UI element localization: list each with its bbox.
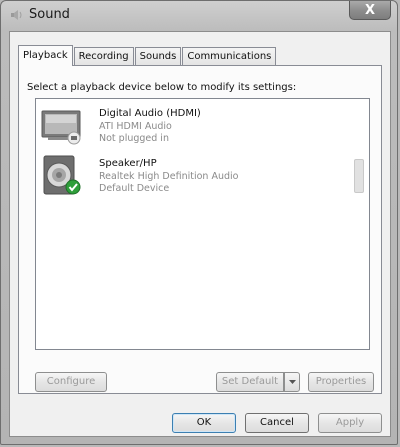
configure-button[interactable]: Configure [35, 372, 107, 392]
device-status: Default Device [99, 183, 170, 194]
device-name: Digital Audio (HDMI) [99, 108, 201, 119]
default-check-badge-icon [65, 179, 81, 195]
dialog-body: Playback Recording Sounds Communications… [9, 31, 391, 437]
close-icon: X [364, 2, 376, 18]
device-driver: Realtek High Definition Audio [99, 171, 239, 182]
close-button[interactable]: X [349, 1, 391, 20]
sound-dialog: Sound X Playback Recording Sounds Commun… [0, 0, 398, 445]
device-name: Speaker/HP [99, 158, 157, 169]
tab-playback[interactable]: Playback [18, 45, 73, 66]
ok-button[interactable]: OK [172, 413, 236, 433]
speaker-title-icon [11, 10, 22, 20]
set-default-button[interactable]: Set Default [216, 372, 284, 392]
monitor-speaker-icon [40, 105, 84, 147]
chevron-down-icon [289, 380, 296, 384]
speaker-icon [40, 155, 84, 197]
device-item-hdmi[interactable]: Digital Audio (HDMI) ATI HDMI Audio Not … [36, 101, 336, 149]
instruction-text: Select a playback device below to modify… [27, 82, 297, 93]
device-list[interactable]: Digital Audio (HDMI) ATI HDMI Audio Not … [35, 98, 370, 350]
device-item-speaker[interactable]: Speaker/HP Realtek High Definition Audio… [36, 151, 336, 199]
tab-recording[interactable]: Recording [73, 47, 134, 65]
title-bar[interactable]: Sound X [1, 1, 397, 29]
tab-sounds[interactable]: Sounds [134, 47, 182, 65]
properties-button[interactable]: Properties [308, 372, 374, 392]
tab-strip: Playback Recording Sounds Communications [18, 45, 277, 66]
tab-communications[interactable]: Communications [182, 47, 277, 65]
scrollbar-thumb[interactable] [354, 159, 364, 193]
set-default-dropdown[interactable] [284, 372, 300, 392]
apply-button[interactable]: Apply [318, 413, 382, 433]
window-title: Sound [29, 7, 70, 22]
device-driver: ATI HDMI Audio [99, 121, 172, 132]
device-status: Not plugged in [99, 133, 169, 144]
cancel-button[interactable]: Cancel [245, 413, 309, 433]
